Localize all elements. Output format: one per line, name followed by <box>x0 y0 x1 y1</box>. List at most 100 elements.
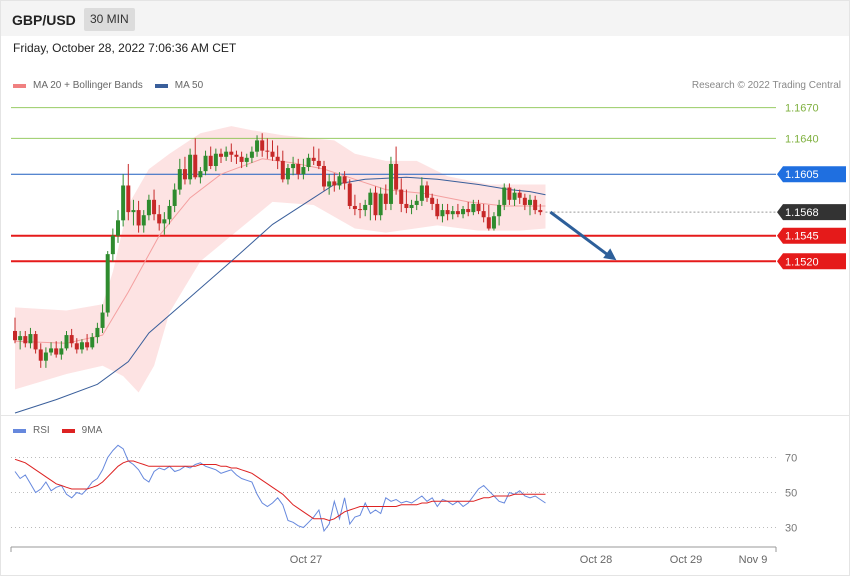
candle-body <box>522 197 527 205</box>
price-label-1.1670: 1.1670 <box>785 103 819 115</box>
candle-body <box>368 192 373 205</box>
rsi-tick-30: 30 <box>785 523 797 535</box>
candle-body <box>100 312 105 328</box>
candle-body <box>507 187 512 200</box>
candle-body <box>239 156 244 162</box>
candle-body <box>512 192 517 200</box>
candle-body <box>517 192 522 198</box>
rsi-series-RSI <box>14 444 546 533</box>
candle-body <box>322 166 326 187</box>
price-chart-svg: 1.1670 1.1640 1.1605 1.1568 1.1545 1.1520 70 50… <box>10 103 846 566</box>
candle-body <box>234 154 239 157</box>
candle-body <box>471 203 476 213</box>
candle-body <box>430 197 435 204</box>
rsi-tick-70: 70 <box>785 453 797 465</box>
candle-body <box>270 151 275 157</box>
candle-body <box>440 210 445 217</box>
candle-body <box>131 210 136 213</box>
candle-body <box>255 140 260 152</box>
candle-body <box>110 235 115 255</box>
rsi-series-9MA <box>14 458 546 522</box>
candle-body <box>481 211 486 218</box>
candle-body <box>213 153 218 167</box>
candle-body <box>141 215 146 226</box>
candle-body <box>373 192 378 216</box>
candle-body <box>399 189 404 204</box>
candle-body <box>502 187 507 205</box>
candle-body <box>394 163 399 190</box>
candle-body <box>316 160 321 167</box>
candle-body <box>126 185 131 213</box>
candle-body <box>69 335 74 344</box>
candle-body <box>342 176 347 184</box>
candle-body <box>538 210 543 213</box>
candle-body <box>244 157 249 162</box>
candle-body <box>486 217 491 229</box>
candle-body <box>450 211 455 215</box>
candle-body <box>198 171 203 178</box>
candle-body <box>497 204 502 217</box>
candle-body <box>182 169 187 180</box>
forecast-arrow-line <box>549 210 610 257</box>
candle-body <box>378 193 383 216</box>
candle-body <box>265 150 270 152</box>
candle-body <box>260 140 265 151</box>
candle-body <box>425 185 429 198</box>
candle-body <box>157 214 162 224</box>
candle-body <box>275 156 280 161</box>
x-tick-oct-29: Oct 29 <box>670 554 702 566</box>
candle-body <box>177 169 182 190</box>
price-label-1.1568: 1.1568 <box>785 207 819 219</box>
rsi-tick-50: 50 <box>785 488 797 500</box>
candle-body <box>332 181 337 186</box>
candle-body <box>409 204 414 209</box>
candle-body <box>105 254 110 313</box>
candle-body <box>28 334 33 344</box>
candle-body <box>208 155 213 167</box>
candle-body <box>203 155 208 172</box>
candle-body <box>193 154 198 178</box>
candle-body <box>306 157 311 168</box>
candle-body <box>64 335 69 349</box>
candle-body <box>280 160 285 180</box>
price-label-1.1605: 1.1605 <box>785 169 819 181</box>
candle-body <box>18 336 23 341</box>
candle-body <box>285 168 290 180</box>
candle-body <box>352 205 357 210</box>
bollinger-band-area <box>15 126 546 393</box>
candle-body <box>296 163 301 175</box>
candle-body <box>404 203 409 209</box>
candle-body <box>363 204 368 211</box>
candle-body <box>146 199 151 216</box>
candle-body <box>172 189 177 206</box>
candle-body <box>249 151 254 158</box>
candle-body <box>13 330 17 341</box>
candle-body <box>38 349 43 361</box>
candle-body <box>311 157 316 161</box>
candle-body <box>59 348 64 355</box>
candle-body <box>419 185 424 201</box>
candle-body <box>152 199 157 215</box>
candle-body <box>347 183 352 206</box>
candle-body <box>337 176 342 186</box>
candle-body <box>162 219 167 224</box>
candle-body <box>95 327 100 338</box>
candle-body <box>445 210 450 215</box>
candle-body <box>167 205 172 220</box>
price-label-1.1520: 1.1520 <box>785 256 819 268</box>
price-label-1.1545: 1.1545 <box>785 231 819 243</box>
candle-body <box>466 209 471 213</box>
candle-body <box>49 348 54 353</box>
candle-body <box>74 343 79 350</box>
candle-body <box>219 153 223 157</box>
candle-body <box>435 203 440 217</box>
candle-body <box>33 334 38 350</box>
candle-body <box>358 209 363 211</box>
candle-body <box>461 209 466 215</box>
candle-body <box>476 203 481 212</box>
x-tick-oct-27: Oct 27 <box>290 554 322 566</box>
candle-body <box>528 199 532 205</box>
x-tick-nov-9: Nov 9 <box>739 554 768 566</box>
candle-body <box>388 163 393 204</box>
candle-body <box>455 211 460 215</box>
